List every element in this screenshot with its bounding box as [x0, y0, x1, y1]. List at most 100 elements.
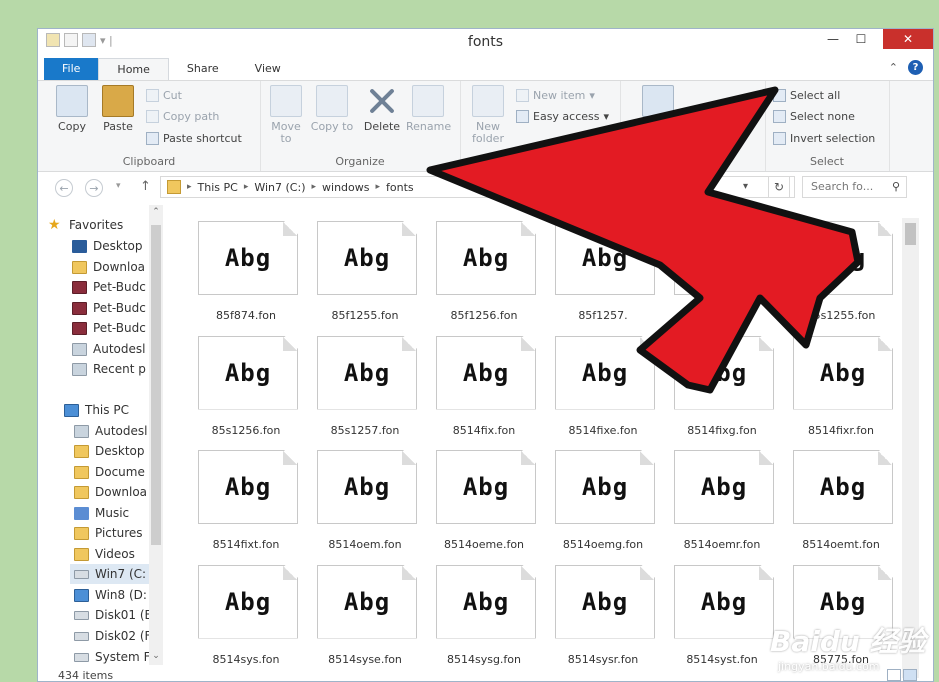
easy-access-button[interactable]: Easy access ▾	[516, 107, 609, 125]
font-file-item[interactable]: Abg 85f1256.fon	[428, 215, 540, 327]
nav-item[interactable]: Desktop	[72, 236, 152, 256]
organize-group-label: Organize	[335, 155, 385, 168]
file-name: 8514fixt.fon	[212, 538, 280, 551]
delete-button[interactable]: Delete	[360, 85, 404, 133]
nav-item[interactable]: Pet-Budc	[72, 318, 152, 338]
copy-to-button[interactable]: Copy to	[310, 85, 354, 133]
nav-item[interactable]: Pet-Budc	[72, 277, 152, 297]
font-file-item[interactable]: Abg 8514oemr.fon	[666, 444, 778, 556]
tab-view[interactable]: View	[237, 58, 299, 80]
file-name: 8514fix.fon	[452, 423, 516, 437]
invert-selection-button[interactable]: Invert selection	[773, 129, 875, 147]
font-file-item[interactable]: Abg 8514fixt.fon	[190, 444, 302, 556]
font-file-item[interactable]: Abg 8514oemg.fon	[547, 444, 659, 556]
select-all-button[interactable]: Select all	[773, 86, 840, 104]
paste-button[interactable]: Paste	[96, 85, 140, 133]
nav-item[interactable]: Disk02 (F	[74, 626, 152, 646]
scroll-up-icon[interactable]: ⌃	[149, 207, 163, 217]
rename-button[interactable]: Rename	[406, 85, 451, 133]
collapse-ribbon-icon[interactable]: ⌃	[889, 61, 898, 74]
move-to-button[interactable]: Move to	[264, 85, 308, 145]
font-file-item[interactable]: Abg 85s1256.fon	[190, 330, 302, 442]
nav-item[interactable]: Pictures	[74, 523, 152, 543]
nav-this-pc[interactable]: This PC	[64, 400, 152, 420]
font-file-item[interactable]: Abg 85s1255.fon	[785, 215, 897, 327]
up-button[interactable]: ↑	[140, 179, 151, 194]
font-file-item[interactable]: Abg 8514oemt.fon	[785, 444, 897, 556]
nav-item[interactable]: Pet-Budc	[72, 298, 152, 318]
tab-share[interactable]: Share	[169, 58, 237, 80]
font-file-item[interactable]: Abg 8514fixe.fon	[547, 330, 659, 442]
select-none-button[interactable]: Select none	[773, 107, 855, 125]
scroll-down-icon[interactable]: ⌄	[149, 651, 163, 661]
nav-item[interactable]: System F	[74, 647, 152, 667]
crumb-drive[interactable]: Win7 (C:)	[254, 181, 305, 194]
recent-locations-icon[interactable]: ▾	[116, 181, 121, 191]
content-scroll-thumb[interactable]	[905, 223, 916, 245]
ribbon-tabs: File Home Share View	[44, 58, 299, 80]
nav-item-selected[interactable]: Win7 (C:	[70, 564, 156, 584]
font-file-item[interactable]: Abg 8514syst.fon	[666, 559, 778, 671]
tab-file[interactable]: File	[44, 58, 99, 80]
drive-icon	[74, 631, 89, 641]
nav-item[interactable]: Win8 (D:	[74, 585, 152, 605]
refresh-button[interactable]: ↻	[768, 176, 790, 198]
font-file-item[interactable]: Abg 85f1257.	[547, 215, 659, 327]
new-folder-button[interactable]: New folder	[466, 85, 510, 145]
file-name: 8514fixe.fon	[568, 423, 638, 437]
nav-item[interactable]: Autodesl	[72, 339, 152, 359]
font-file-item[interactable]: Abg 8514syse.fon	[309, 559, 421, 671]
address-bar[interactable]: ▸ This PC ▸ Win7 (C:) ▸ windows ▸ fonts	[160, 176, 795, 198]
nav-item[interactable]: Downloa	[74, 482, 152, 502]
nav-item[interactable]: Downloa	[72, 257, 152, 277]
font-file-item[interactable]: Abg 8514sysr.fon	[547, 559, 659, 671]
nav-item[interactable]: Music	[74, 503, 152, 523]
font-file-item[interactable]: Abg 8514oeme.fon	[428, 444, 540, 556]
paste-shortcut-button[interactable]: Paste shortcut	[146, 129, 242, 147]
crumb-windows[interactable]: windows	[322, 181, 369, 194]
nav-item[interactable]: Videos	[74, 544, 152, 564]
crumb-this-pc[interactable]: This PC	[198, 181, 238, 194]
font-sample-text: Abg	[700, 358, 748, 387]
properties-button[interactable]	[636, 85, 680, 121]
nav-scroll-thumb[interactable]	[151, 225, 161, 545]
copy-button[interactable]: Copy	[50, 85, 94, 133]
nav-item[interactable]: Autodesl	[74, 421, 152, 441]
invert-selection-icon	[773, 131, 786, 145]
tab-home[interactable]: Home	[98, 58, 169, 80]
nav-item[interactable]: Disk01 (E	[74, 605, 152, 625]
address-dropdown-icon[interactable]: ▾	[743, 181, 748, 192]
windows-drive-icon	[74, 588, 89, 602]
font-file-item[interactable]: Abg 8514fixr.fon	[785, 330, 897, 442]
copy-path-icon	[146, 109, 159, 123]
maximize-button[interactable]: ☐	[847, 29, 875, 49]
font-file-item[interactable]: Abg 8514oem.fon	[309, 444, 421, 556]
back-button[interactable]: ←	[55, 179, 73, 197]
organize-group: Move to Copy to Delete Rename Organize	[260, 81, 461, 171]
search-input[interactable]: Search fo... ⚲	[802, 176, 907, 198]
nav-item[interactable]: Desktop	[74, 441, 152, 461]
nav-scrollbar[interactable]: ⌃ ⌄	[149, 205, 163, 665]
properties-big-icon	[642, 85, 674, 117]
font-file-item[interactable]: Abg 85f874.fon	[190, 215, 302, 327]
forward-button[interactable]: →	[85, 179, 103, 197]
font-file-item[interactable]: Abg 8514fixg.fon	[666, 330, 778, 442]
font-file-item[interactable]: Abg 85f1255.fon	[309, 215, 421, 327]
new-item-button[interactable]: New item ▾	[516, 86, 595, 104]
font-file-item[interactable]: Abg 8514fix.fon	[428, 330, 540, 442]
help-icon[interactable]: ?	[908, 60, 923, 75]
nav-item[interactable]: Recent p	[72, 359, 152, 379]
copy-path-button[interactable]: Copy path	[146, 107, 219, 125]
font-file-item[interactable]: Abg 8514sysg.fon	[428, 559, 540, 671]
cut-button[interactable]: Cut	[146, 86, 182, 104]
font-file-item[interactable]: Abg 8514sys.fon	[190, 559, 302, 671]
font-sample-text: Abg	[343, 473, 391, 501]
nav-favorites[interactable]: ★ Favorites	[48, 215, 158, 235]
font-file-item[interactable]: Abg 874.fon	[666, 215, 778, 327]
close-button[interactable]: ✕	[883, 29, 933, 49]
nav-item[interactable]: Docume	[74, 462, 152, 482]
crumb-fonts[interactable]: fonts	[386, 181, 414, 194]
minimize-button[interactable]: —	[819, 29, 847, 49]
content-scrollbar[interactable]	[902, 218, 919, 678]
font-file-item[interactable]: Abg 85s1257.fon	[309, 330, 421, 442]
